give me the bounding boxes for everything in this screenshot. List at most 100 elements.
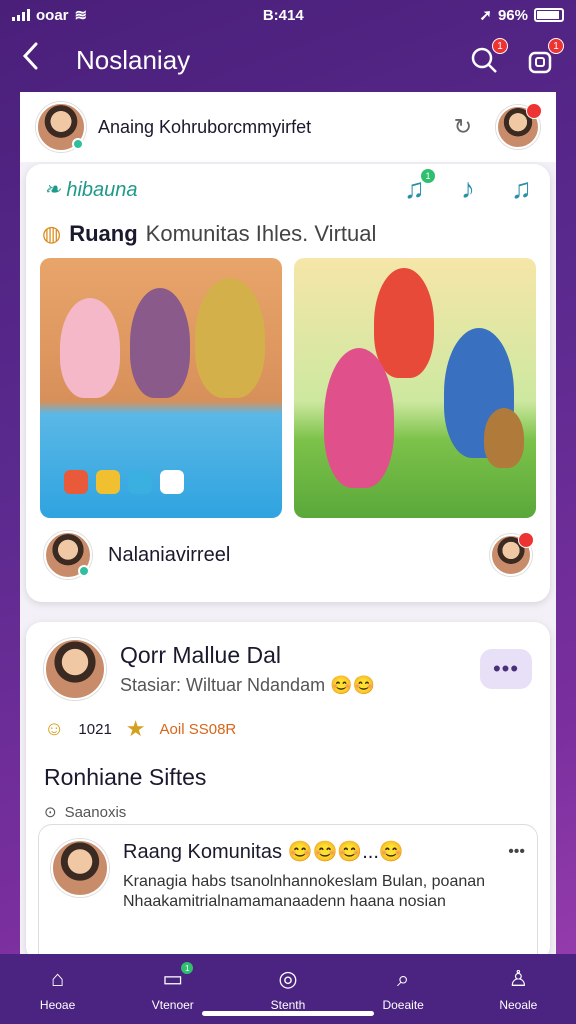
toy-icon: [160, 470, 184, 494]
room-card-footer: Nalaniavirreel: [26, 518, 550, 592]
location-icon: ➚: [479, 7, 492, 24]
music-note-icon[interactable]: ♫ 1: [404, 169, 435, 205]
toy-icon: [64, 470, 88, 494]
nav-label: Doeaite: [382, 998, 424, 1012]
note-icon[interactable]: ♫: [511, 173, 532, 205]
ball-icon: ◍: [42, 221, 62, 246]
post-card: Qorr Mallue Dal Stasiar: Wiltuar Ndandam…: [26, 622, 550, 954]
figure-shape: [324, 348, 394, 488]
figure-shape: [60, 298, 120, 398]
nav-label: Stenth: [270, 998, 306, 1012]
sub-author-avatar[interactable]: [51, 839, 109, 897]
post-header: Qorr Mallue Dal Stasiar: Wiltuar Ndandam…: [26, 622, 550, 700]
post-stats: ☺ 1021 ★ Aoil SS08R: [26, 700, 550, 742]
room-title-rest: Komunitas Ihles. Virtual: [145, 221, 377, 246]
nav-inbox[interactable]: ▭ 1 Vtenoer: [128, 962, 218, 1012]
battery-icon: [534, 8, 564, 22]
friend-badge-icon: [526, 103, 542, 119]
home-indicator[interactable]: [202, 1011, 374, 1016]
nav-search[interactable]: ⌕ Doeaite: [358, 966, 448, 1012]
sub-post-title: Raang Komunitas 😊😊😊...😊: [123, 841, 404, 863]
toy-icon: [128, 470, 152, 494]
top-row: Anaing Kohruborcmmyirfet ↻: [20, 92, 556, 162]
room-title: ◍ Ruang Komunitas Ihles. Virtual: [26, 214, 550, 254]
page-title: Noslaniay: [76, 44, 191, 75]
app-bar: Noslaniay 1 1: [0, 30, 576, 90]
host-name: Nalaniavirreel: [108, 543, 231, 566]
host-avatar[interactable]: [44, 531, 92, 579]
nav-badge: 1: [181, 962, 194, 974]
friend-avatar[interactable]: [496, 103, 542, 149]
sub-post-text: Kranagia habs tsanolnhannokeslam Bulan, …: [123, 873, 486, 910]
toy-icon: [96, 470, 120, 494]
back-button[interactable]: [20, 41, 60, 79]
notifications-button[interactable]: 1: [524, 38, 564, 76]
saved-label: Saanoxis: [64, 803, 127, 821]
nav-label: Heoae: [39, 998, 76, 1012]
main-content: Anaing Kohruborcmmyirfet ↻ ❧ hibauna ♫ 1 …: [20, 92, 556, 954]
app-actions: 1 1: [468, 38, 564, 76]
more-options-button[interactable]: •••: [480, 649, 532, 689]
sub-post-body: Raang Komunitas 😊😊😊...😊 ••• Kranagia hab…: [123, 839, 525, 912]
room-card-header: ❧ hibauna ♫ 1 ♪ ♫: [26, 164, 550, 214]
figure-shape: [374, 268, 434, 378]
family-photo[interactable]: [40, 258, 282, 518]
check-circle-icon: ⊙: [44, 804, 57, 821]
status-right: ➚ 96%: [479, 6, 564, 24]
section-title: Ronhiane Siftes: [44, 764, 207, 790]
sub-post-card[interactable]: Raang Komunitas 😊😊😊...😊 ••• Kranagia hab…: [38, 824, 538, 954]
figure-shape: [195, 278, 265, 398]
search-button[interactable]: 1: [468, 38, 508, 76]
notifications-badge: 1: [548, 38, 564, 54]
kids-photo[interactable]: [294, 258, 536, 518]
signal-icon: [12, 9, 30, 21]
room-title-bold: Ruang: [69, 221, 138, 246]
more-icon[interactable]: •••: [508, 843, 525, 861]
toy-row: [64, 470, 184, 494]
room-images: [26, 258, 550, 518]
tune-icon[interactable]: ♪: [461, 173, 475, 205]
online-status-icon: [72, 138, 84, 150]
nav-label: Vtenoer: [151, 998, 194, 1012]
author-name: Qorr Mallue Dal: [120, 642, 282, 668]
brand-label: ❧ hibauna: [44, 177, 404, 202]
author-avatar[interactable]: [44, 638, 106, 700]
music-controls: ♫ 1 ♪ ♫: [404, 169, 532, 205]
smile-icon: ☺: [44, 717, 65, 740]
author-subtitle: Stasiar: Wiltuar Ndandam 😊😊: [120, 675, 375, 695]
nav-home[interactable]: ⌂ Heoae: [13, 966, 103, 1012]
status-left: ooar ≋: [12, 6, 87, 24]
wifi-icon: ≋: [74, 7, 88, 24]
nav-stories[interactable]: ◎ Stenth: [243, 966, 333, 1012]
sub-post-title-row: Raang Komunitas 😊😊😊...😊 •••: [123, 839, 525, 864]
top-row-text: Anaing Kohruborcmmyirfet: [98, 116, 312, 137]
profile-icon: ♙: [508, 966, 529, 991]
stat-count: 1021: [78, 720, 112, 738]
inbox-icon: ▭ 1: [162, 962, 194, 992]
search-icon: ⌕: [396, 966, 410, 991]
chevron-left-icon: [22, 42, 38, 70]
figure-shape: [130, 288, 190, 398]
saved-row[interactable]: ⊙ Saanoxis: [26, 791, 550, 822]
post-meta: Qorr Mallue Dal Stasiar: Wiltuar Ndandam…: [120, 642, 480, 696]
online-status-icon: [78, 565, 90, 577]
nav-profile[interactable]: ♙ Neoale: [473, 966, 563, 1012]
music-badge: 1: [421, 169, 435, 183]
guest-avatar[interactable]: [490, 532, 534, 576]
brand-name: hibauna: [66, 178, 138, 201]
room-card[interactable]: ❧ hibauna ♫ 1 ♪ ♫ ◍ Ruang Komunitas Ihles…: [26, 164, 550, 602]
home-icon: ⌂: [50, 966, 65, 991]
nav-label: Neoale: [499, 998, 538, 1012]
avatar[interactable]: [36, 102, 86, 152]
guest-badge-icon: [518, 532, 534, 548]
carrier-text: ooar: [36, 6, 69, 24]
star-icon: ★: [125, 716, 146, 741]
clock: B:414: [262, 6, 304, 24]
stat-hot: Aoil SS08R: [159, 720, 237, 738]
sub-post-header: Raang Komunitas 😊😊😊...😊 ••• Kranagia hab…: [39, 825, 537, 912]
leaf-icon: ❧: [44, 178, 61, 201]
teddy-bear-shape: [484, 408, 524, 468]
refresh-icon[interactable]: ↻: [454, 114, 472, 140]
search-badge: 1: [492, 38, 508, 54]
battery-percent: 96%: [497, 6, 528, 24]
